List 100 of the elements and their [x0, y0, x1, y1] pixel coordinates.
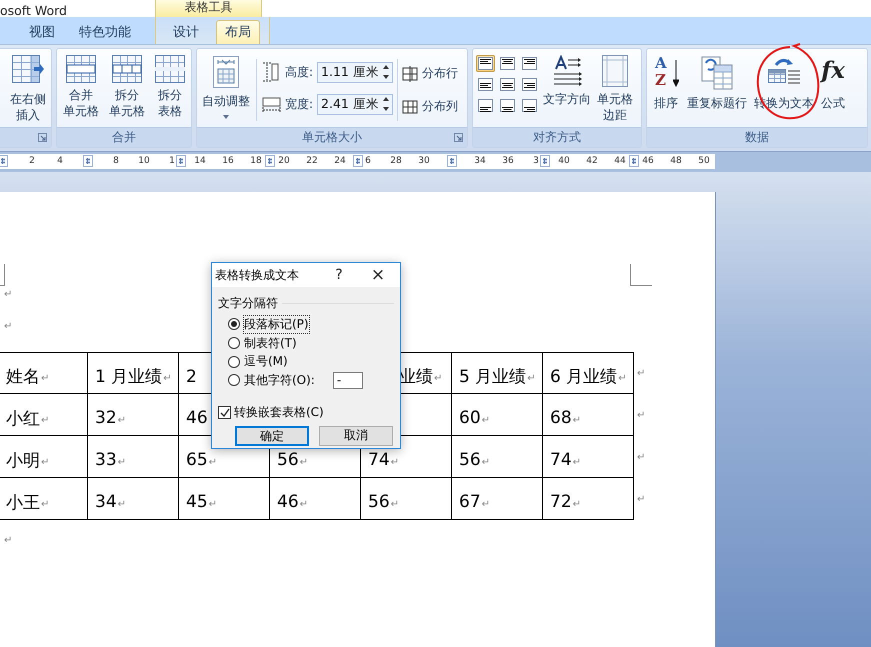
split-table-icon	[155, 55, 185, 83]
ribbon-tab[interactable]: 特色功能	[70, 20, 140, 44]
align-button[interactable]	[498, 55, 517, 72]
split-cells-button[interactable]: 拆分 单元格	[107, 53, 147, 121]
table-cell: 小红↵	[0, 394, 88, 436]
table-cell: 56↵	[361, 478, 452, 520]
dialog-launcher-icon[interactable]	[38, 133, 47, 142]
paragraph-mark: ↵	[4, 535, 12, 546]
text-lines-icon	[478, 57, 493, 70]
text-lines-icon	[500, 57, 515, 70]
width-field[interactable]: 2.41 厘米	[317, 94, 394, 114]
group-label: 文字分隔符	[218, 295, 278, 312]
row-end-mark: ↵	[636, 366, 646, 380]
table-cell: 74↵	[543, 436, 634, 478]
height-field[interactable]: 1.11 厘米	[317, 62, 394, 82]
text-lines-icon	[500, 78, 515, 91]
ruler-number: 36	[502, 155, 514, 168]
table-cell: 45↵	[179, 478, 270, 520]
table-cell: 56↵	[452, 436, 543, 478]
merge-cells-button[interactable]: 合并 单元格	[61, 53, 101, 121]
ribbon-tab[interactable]: 设计	[164, 20, 208, 44]
ruler-number: 1	[169, 155, 175, 168]
radio-label[interactable]: 制表符(T)	[243, 334, 298, 353]
distribute-rows-button[interactable]: 分布行	[402, 65, 458, 82]
formula-button[interactable]: fx 公式	[819, 53, 847, 113]
distribute-rows-icon	[402, 66, 418, 82]
ruler-number: 28	[390, 155, 402, 168]
group-label: 数据	[745, 129, 769, 146]
spinner-icon	[382, 96, 390, 112]
align-button[interactable]	[498, 76, 517, 93]
group-label: 合并	[112, 129, 136, 146]
radio-button[interactable]	[228, 374, 240, 386]
ruler-number: 22	[306, 155, 318, 168]
radio-button[interactable]	[228, 356, 240, 368]
ribbon-tab[interactable]: 视图	[20, 20, 64, 44]
ruler-number: 42	[586, 155, 598, 168]
table-cell: 33↵	[88, 436, 179, 478]
align-button[interactable]	[520, 76, 539, 93]
row-height-icon	[261, 61, 281, 83]
text-lines-icon	[478, 78, 493, 91]
radio-button[interactable]	[228, 318, 240, 330]
caret-icon	[223, 115, 229, 119]
text-direction-icon	[552, 55, 582, 87]
radio-label[interactable]: 段落标记(P)	[243, 314, 310, 334]
split-table-button[interactable]: 拆分 表格	[153, 53, 187, 121]
dialog-title: 表格转换成文本	[215, 266, 300, 284]
ruler-number: 24	[334, 155, 346, 168]
align-button[interactable]	[476, 55, 495, 72]
crop-mark-icon	[630, 264, 652, 286]
table-cell: 6 月业绩↵	[543, 352, 634, 394]
ruler-number: 46	[642, 155, 654, 168]
text-lines-icon	[522, 57, 537, 70]
text-direction-button[interactable]: 文字方向	[541, 53, 593, 109]
ruler-number: 6	[365, 155, 371, 168]
autofit-button[interactable]: 自动调整	[200, 53, 252, 121]
distribute-columns-button[interactable]: 分布列	[402, 98, 458, 115]
ok-button[interactable]: 确定	[235, 426, 309, 446]
align-button[interactable]	[520, 97, 539, 114]
formula-icon: fx	[821, 55, 845, 91]
cell-margins-icon	[602, 55, 628, 87]
ruler-number: 10	[138, 155, 150, 168]
paragraph-mark: ↵	[4, 289, 12, 300]
ruler-number: 2	[29, 155, 35, 168]
sort-button[interactable]: A Z 排序	[650, 53, 682, 113]
text-lines-icon	[522, 78, 537, 91]
other-character-field[interactable]: -	[332, 372, 363, 389]
row-end-mark: ↵	[636, 450, 646, 464]
dialog-launcher-icon[interactable]	[454, 133, 463, 142]
ruler-number: 4	[57, 155, 63, 168]
table-cell: 32↵	[88, 394, 179, 436]
group-label: 单元格大小	[302, 129, 362, 146]
align-button[interactable]	[498, 97, 517, 114]
table-cell: 46↵	[270, 478, 361, 520]
align-button[interactable]	[520, 55, 539, 72]
ruler-number: 20	[278, 155, 290, 168]
ruler-number: 44	[614, 155, 626, 168]
cell-margins-button[interactable]: 单元格 边距	[595, 53, 635, 125]
row-end-mark: ↵	[636, 408, 646, 422]
context-header: 表格工具	[184, 0, 232, 16]
merge-cells-icon	[66, 55, 96, 83]
radio-button[interactable]	[228, 337, 240, 350]
repeat-button[interactable]: 重复标题行	[685, 53, 749, 113]
width-label: 宽度:	[285, 96, 314, 112]
close-button[interactable]: ×	[356, 263, 400, 287]
paragraph-mark: ↵	[4, 321, 12, 332]
text-lines-icon	[522, 99, 537, 112]
align-button[interactable]	[476, 76, 495, 93]
ribbon-tab[interactable]: 布局	[216, 20, 260, 44]
height-label: 高度:	[285, 64, 314, 80]
group-label: 对齐方式	[533, 129, 581, 146]
ruler-number: 18	[250, 155, 262, 168]
checkbox[interactable]	[218, 406, 231, 419]
spinner-icon	[382, 64, 390, 80]
help-button[interactable]: ?	[322, 263, 356, 287]
table-cell: 1 月业绩↵	[88, 352, 179, 394]
row-end-mark: ↵	[636, 492, 646, 506]
text-lines-icon	[478, 99, 493, 112]
align-button[interactable]	[476, 97, 495, 114]
distribute-columns-icon	[402, 98, 418, 114]
ruler-number: 50	[698, 155, 710, 168]
